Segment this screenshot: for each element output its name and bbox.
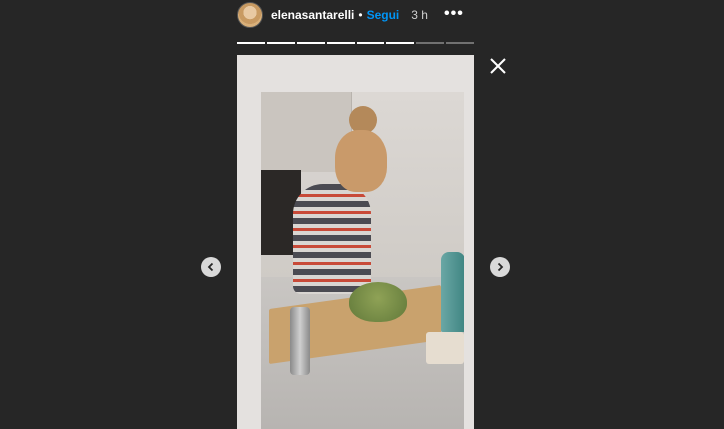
story-header: elenasantarelli • Segui 3 h (237, 0, 474, 30)
progress-segment (416, 42, 445, 44)
close-icon[interactable] (488, 56, 508, 76)
timestamp: 3 h (411, 8, 428, 22)
chevron-right-icon (497, 262, 504, 272)
green-dough (349, 282, 407, 322)
pepper-grinder (290, 307, 310, 375)
water-bottle (441, 252, 464, 332)
follow-button[interactable]: Segui (367, 8, 400, 22)
story-progress (237, 42, 474, 44)
avatar[interactable] (237, 2, 263, 28)
separator-dot: • (358, 8, 363, 22)
progress-segment (296, 42, 325, 44)
progress-segment (386, 42, 415, 44)
progress-segment (237, 42, 265, 44)
chevron-left-icon (207, 262, 214, 272)
progress-segment (356, 42, 385, 44)
progress-segment (266, 42, 295, 44)
person-head (335, 130, 387, 192)
progress-segment (446, 42, 474, 44)
previous-story-button[interactable] (201, 257, 221, 277)
flour-bag (426, 332, 464, 364)
story-photo (261, 92, 464, 429)
person-sweater (293, 184, 371, 294)
next-story-button[interactable] (490, 257, 510, 277)
story-media[interactable] (237, 55, 474, 429)
more-options-button[interactable]: ••• (444, 6, 464, 22)
story-viewer: elenasantarelli • Segui 3 h ••• (0, 0, 724, 429)
username[interactable]: elenasantarelli (271, 8, 354, 22)
progress-segment (326, 42, 355, 44)
